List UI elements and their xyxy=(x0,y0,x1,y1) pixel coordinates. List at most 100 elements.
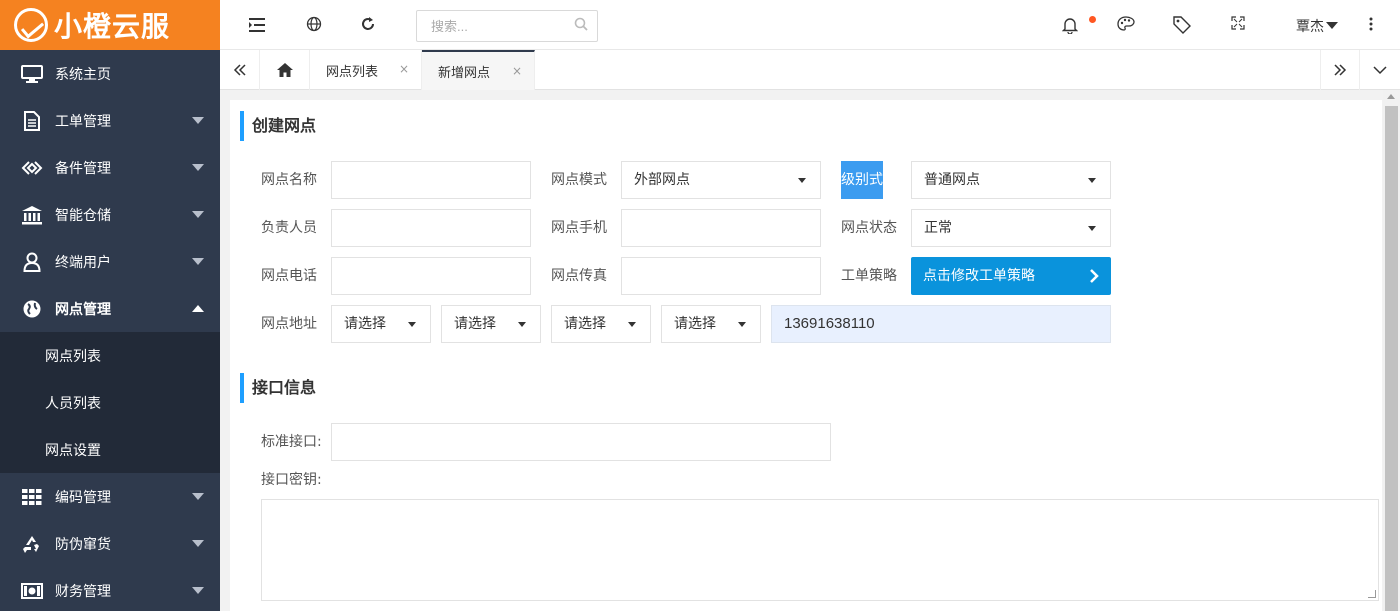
outlet-status-select[interactable]: 正常 xyxy=(911,209,1111,247)
sidebar-subitem-outlet-list[interactable]: 网点列表 xyxy=(0,332,220,379)
owner-input[interactable] xyxy=(331,209,531,247)
owner-label: 负责人员 xyxy=(261,220,317,236)
standard-api-label: 标准接口: xyxy=(261,434,322,450)
sidebar-item-label: 财务管理 xyxy=(55,583,111,600)
select-value: 请选择 xyxy=(454,316,496,332)
sidebar-item-outlets[interactable]: 网点管理 xyxy=(0,285,220,332)
scroll-up-icon[interactable] xyxy=(1387,94,1395,99)
outlet-name-label: 网点名称 xyxy=(261,172,317,188)
outlet-level-select[interactable]: 普通网点 xyxy=(911,161,1111,199)
sidebar-item-label: 工单管理 xyxy=(55,113,111,130)
sidebar-item-parts[interactable]: 备件管理 xyxy=(0,144,220,191)
sidebar-item-workorder[interactable]: 工单管理 xyxy=(0,97,220,144)
close-icon[interactable]: × xyxy=(399,62,409,76)
sidebar: 小橙云服 系统主页 工单管理 备件管理 智能仓储 终端用户 网点管理 网点列表 … xyxy=(0,0,220,611)
tag-icon[interactable] xyxy=(1173,16,1191,34)
diamond-icon xyxy=(20,158,44,178)
bell-icon[interactable] xyxy=(1061,16,1080,35)
more-vertical-icon[interactable] xyxy=(1368,16,1386,34)
scrollbar[interactable] xyxy=(1383,90,1400,611)
chevron-down-icon[interactable] xyxy=(1326,22,1338,29)
notification-dot xyxy=(1089,16,1096,23)
sidebar-item-label: 备件管理 xyxy=(55,160,111,177)
sidebar-item-home[interactable]: 系统主页 xyxy=(0,50,220,97)
globe-icon xyxy=(20,299,44,319)
phone-label: 网点电话 xyxy=(261,268,317,284)
mobile-input[interactable] xyxy=(621,209,821,247)
select-value: 外部网点 xyxy=(634,172,690,188)
sidebar-item-coding[interactable]: 编码管理 xyxy=(0,473,220,520)
caret-down-icon xyxy=(1088,178,1096,183)
district-select[interactable]: 请选择 xyxy=(551,305,651,343)
tab-scroll-left-button[interactable] xyxy=(220,50,260,90)
chevron-down-icon xyxy=(192,493,204,500)
edit-policy-button[interactable]: 点击修改工单策略 xyxy=(911,257,1111,295)
sidebar-item-finance[interactable]: 财务管理 xyxy=(0,567,220,611)
province-select[interactable]: 请选择 xyxy=(331,305,431,343)
menu-toggle-icon[interactable] xyxy=(248,16,266,34)
sidebar-item-endusers[interactable]: 终端用户 xyxy=(0,238,220,285)
select-value: 请选择 xyxy=(344,316,386,332)
grid-icon xyxy=(20,487,44,507)
street-select[interactable]: 请选择 xyxy=(661,305,761,343)
sidebar-item-label: 终端用户 xyxy=(55,254,111,271)
outlet-name-input[interactable] xyxy=(331,161,531,199)
globe-icon[interactable] xyxy=(306,16,324,34)
select-value: 正常 xyxy=(924,220,952,236)
fax-label: 网点传真 xyxy=(551,268,607,284)
tab-outlet-list[interactable]: 网点列表 × xyxy=(310,50,422,90)
sidebar-item-label: 编码管理 xyxy=(55,489,111,506)
sidebar-item-label: 防伪窜货 xyxy=(55,536,111,553)
scrollbar-thumb[interactable] xyxy=(1385,106,1398,611)
brand-logo[interactable]: 小橙云服 xyxy=(0,0,220,50)
tab-label: 新增网点 xyxy=(438,65,491,81)
status-label: 网点状态 xyxy=(841,220,897,236)
mobile-label: 网点手机 xyxy=(551,220,607,236)
search-icon[interactable] xyxy=(574,17,588,35)
tab-new-outlet[interactable]: 新增网点 × xyxy=(422,50,535,90)
sidebar-item-anticounterfeit[interactable]: 防伪窜货 xyxy=(0,520,220,567)
city-select[interactable]: 请选择 xyxy=(441,305,541,343)
logo-icon xyxy=(14,8,48,42)
document-icon xyxy=(20,110,44,131)
outlet-mode-select[interactable]: 外部网点 xyxy=(621,161,821,199)
top-bar: 覃杰 xyxy=(220,0,1400,50)
sidebar-subitem-outlet-settings[interactable]: 网点设置 xyxy=(0,426,220,473)
caret-down-icon xyxy=(408,322,416,327)
double-chevron-right-icon xyxy=(1334,64,1347,76)
refresh-icon[interactable] xyxy=(360,16,378,34)
phone-input[interactable] xyxy=(331,257,531,295)
search-input[interactable] xyxy=(416,10,598,42)
bank-icon xyxy=(20,205,44,225)
chevron-right-icon xyxy=(1090,269,1099,283)
fullscreen-icon[interactable] xyxy=(1231,16,1249,34)
select-value: 请选择 xyxy=(674,316,716,332)
resize-handle-icon[interactable] xyxy=(1368,590,1376,598)
sidebar-item-warehouse[interactable]: 智能仓储 xyxy=(0,191,220,238)
chevron-down-icon xyxy=(192,117,204,124)
user-icon xyxy=(20,252,44,272)
chevron-down-icon xyxy=(192,587,204,594)
palette-icon[interactable] xyxy=(1117,16,1135,34)
address-label: 网点地址 xyxy=(261,316,317,332)
select-value: 普通网点 xyxy=(924,172,980,188)
sidebar-item-label: 智能仓储 xyxy=(55,207,111,224)
standard-api-input[interactable] xyxy=(331,423,831,461)
tab-home[interactable] xyxy=(260,50,310,90)
recycle-icon xyxy=(20,534,44,554)
tab-menu-button[interactable] xyxy=(1360,50,1400,90)
close-icon[interactable]: × xyxy=(512,64,522,78)
outlet-mode-label: 网点模式 xyxy=(551,172,607,188)
user-name[interactable]: 覃杰 xyxy=(1296,16,1324,36)
chevron-down-icon xyxy=(192,211,204,218)
policy-label: 工单策略 xyxy=(841,268,897,284)
chevron-down-icon xyxy=(192,258,204,265)
address-detail-input[interactable]: 13691638110 xyxy=(771,305,1111,343)
tab-scroll-right-button[interactable] xyxy=(1320,50,1360,90)
api-secret-textarea[interactable] xyxy=(261,499,1379,601)
chevron-up-icon xyxy=(192,305,204,312)
home-icon xyxy=(276,63,293,77)
fax-input[interactable] xyxy=(621,257,821,295)
main-content: 创建网点 网点名称 网点模式 外部网点 级别式 普通网点 负责人员 网点手机 网… xyxy=(230,100,1382,611)
sidebar-subitem-staff-list[interactable]: 人员列表 xyxy=(0,379,220,426)
